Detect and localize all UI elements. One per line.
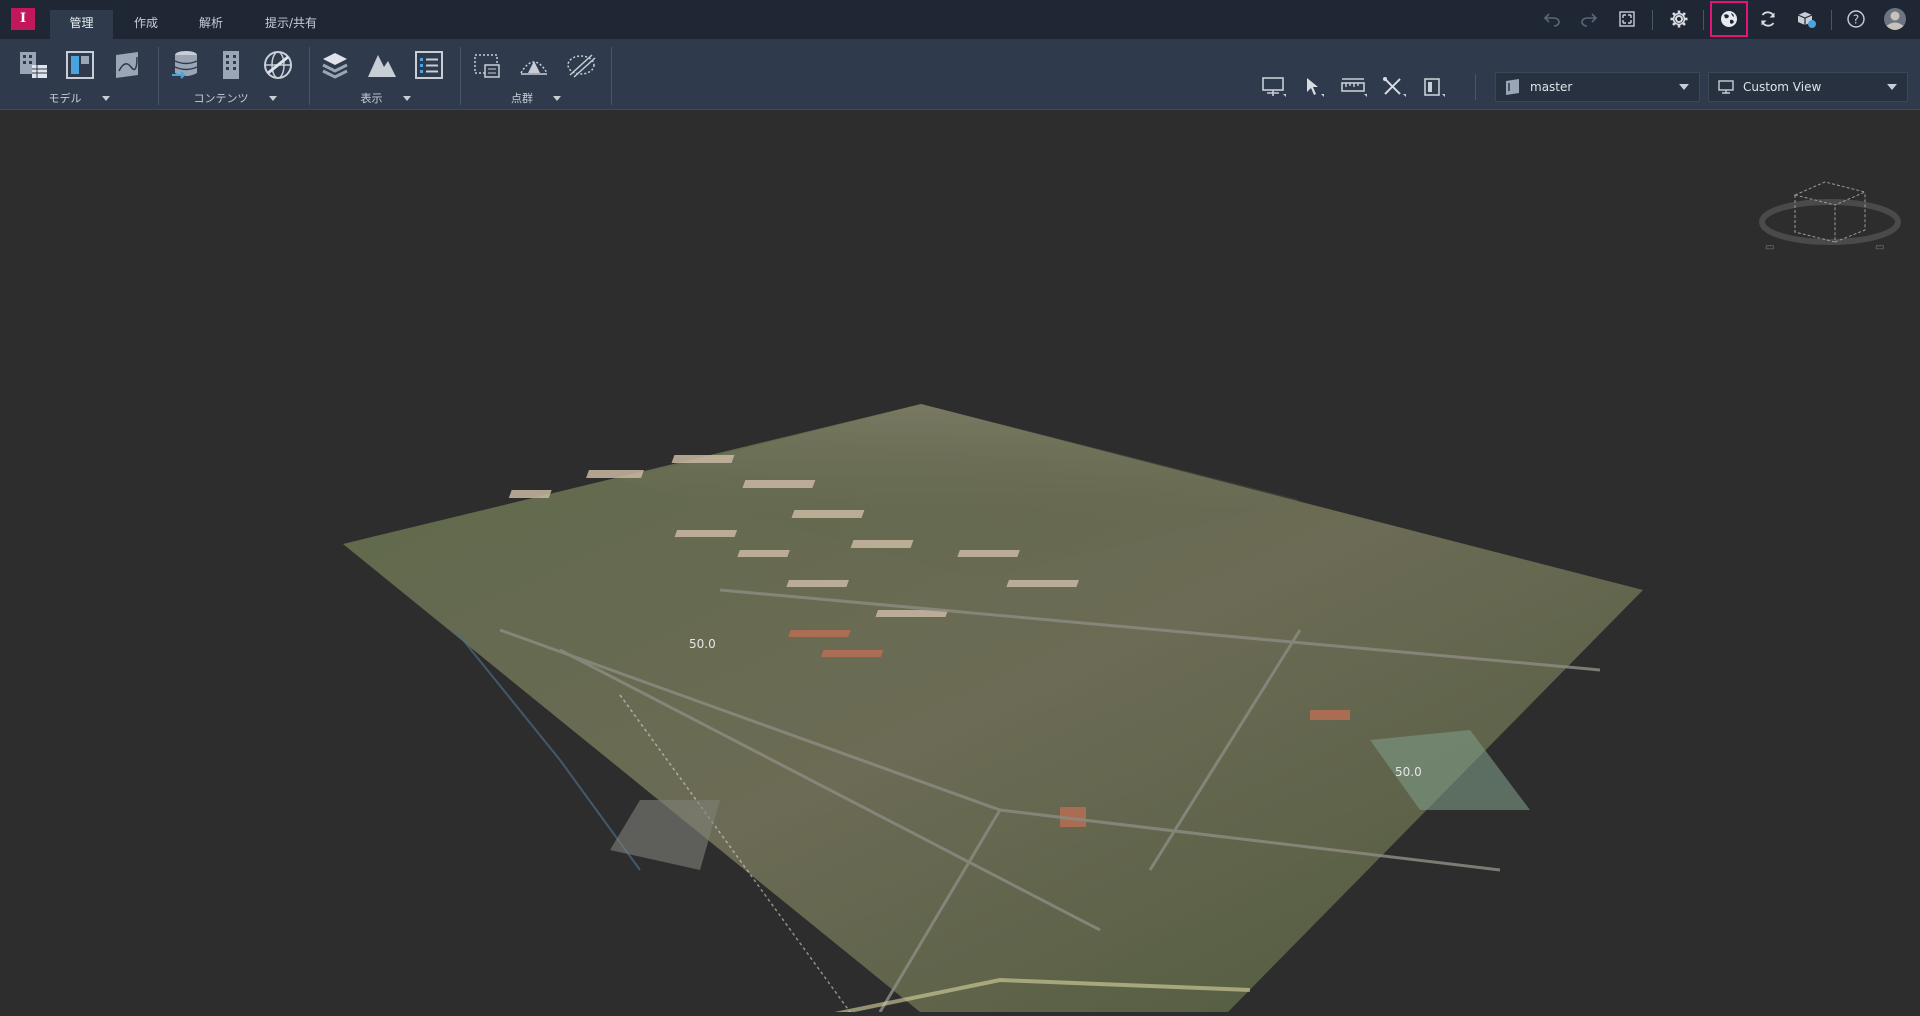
list-icon[interactable] [410,47,448,83]
svg-text:?: ? [1853,13,1859,27]
group-label-contents[interactable]: コンテンツ [160,91,310,105]
database-import-icon[interactable] [167,47,205,83]
group-label-contents-text: コンテンツ [193,92,249,105]
compass-east-icon[interactable]: ▭ [1875,242,1884,253]
toolbar-divider [1831,10,1832,30]
terrain-map-icon[interactable] [108,47,146,83]
point-cloud-slice-icon[interactable] [562,47,600,83]
building-icon[interactable] [212,47,250,83]
globe-icon[interactable] [1710,1,1748,37]
group-label-point-cloud-text: 点群 [511,92,533,105]
group-label-display-text: 表示 [360,92,383,105]
view-value: Custom View [1743,80,1822,94]
compass-west-icon[interactable]: ▭ [1765,242,1774,253]
layers-icon[interactable] [316,47,354,83]
terrain-model[interactable]: 50.0 50.0 ▭ ▭ [0,110,1920,1016]
view-cube[interactable]: ▭ ▭ [1759,181,1901,253]
proposal-value: master [1530,80,1573,94]
fit-view-icon[interactable] [1614,7,1640,31]
point-cloud-box-icon[interactable] [468,47,506,83]
proposal-icon [1504,78,1522,96]
tab-present-share[interactable]: 提示/共有 [253,10,329,39]
point-cloud-surface-icon[interactable] [515,47,553,83]
presentation-icon[interactable] [1259,74,1289,100]
view-panel-icon[interactable] [1419,74,1449,100]
view-select[interactable]: Custom View [1708,72,1908,102]
view-cube-ring[interactable] [1759,199,1901,245]
proposal-select[interactable]: master [1495,72,1700,102]
view-monitor-icon [1717,78,1735,96]
tab-manage[interactable]: 管理 [50,10,113,39]
select-arrow-icon[interactable] [1299,74,1329,100]
avatar[interactable] [1882,7,1908,31]
group-label-model[interactable]: モデル [0,91,158,105]
help-icon[interactable]: ? [1843,7,1869,31]
tab-create[interactable]: 作成 [121,10,171,39]
settings-icon[interactable] [1666,7,1692,31]
app-logo[interactable]: I [11,8,35,30]
contour-label: 50.0 [689,637,716,651]
sync-icon[interactable] [1755,7,1781,31]
ribbon-group-divider [158,47,159,105]
model-panel-icon[interactable] [61,47,99,83]
globe-network-icon[interactable] [259,47,297,83]
redo-icon[interactable] [1576,7,1602,31]
measure-icon[interactable] [1339,74,1369,100]
contour-label: 50.0 [1395,765,1422,779]
building-table-icon[interactable] [14,47,52,83]
group-label-display[interactable]: 表示 [310,91,461,105]
group-label-point-cloud[interactable]: 点群 [461,91,611,105]
toolbar-divider [1703,10,1704,30]
chevron-down-icon [101,95,110,101]
chevron-down-icon [553,95,561,101]
mountain-icon[interactable] [363,47,401,83]
title-bar: I 管理 作成 解析 提示/共有 ? [0,0,1920,39]
tab-analyze[interactable]: 解析 [186,10,236,39]
toolbar-divider [1652,10,1653,30]
toolbar-divider [1475,74,1476,100]
industrial-area [610,800,720,870]
chevron-down-icon [402,95,411,101]
sketch-tools-icon[interactable] [1379,74,1409,100]
chevron-down-icon [1679,84,1689,90]
chevron-down-icon [268,95,277,101]
chevron-down-icon [1887,84,1897,90]
3d-viewport[interactable]: 50.0 50.0 ▭ ▭ [0,110,1920,1016]
group-label-model-text: モデル [48,92,82,105]
undo-icon[interactable] [1539,7,1565,31]
cloud-model-icon[interactable] [1793,7,1819,31]
ribbon-group-divider [611,47,612,105]
